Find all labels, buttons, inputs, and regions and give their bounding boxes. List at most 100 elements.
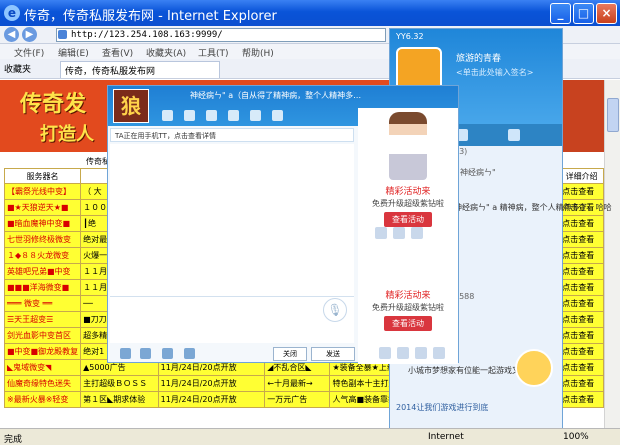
status-text: 完成	[4, 435, 23, 445]
tab-active[interactable]: 传奇，传奇私服发布网	[60, 61, 220, 78]
header-cell: 详细介绍	[559, 168, 604, 184]
menu-view[interactable]: 查看(V)	[102, 46, 133, 59]
table-cell[interactable]: ☰天王超变☰	[3, 311, 82, 328]
ad-view-button[interactable]: 查看活动	[384, 316, 432, 331]
detail-link[interactable]: 点击查看	[559, 263, 604, 280]
table-cell[interactable]: ■★天狼逆天★■	[3, 199, 82, 216]
qq-contact-name[interactable]: 神经病ㄣ"	[460, 167, 496, 178]
table-cell[interactable]: 剑光血影中变首区	[3, 327, 82, 344]
status-zone: Internet	[428, 432, 464, 442]
mic-icon[interactable]: 🎙	[323, 298, 347, 322]
detail-link[interactable]: 点击查看	[559, 375, 604, 392]
banner-decoration	[560, 80, 604, 152]
address-input[interactable]: http://123.254.108.163:9999/	[56, 28, 386, 42]
chat-avatar[interactable]: 狼	[113, 89, 149, 123]
detail-link[interactable]: 点击查看	[559, 231, 604, 248]
table-cell[interactable]: ※最新火暴※轻变	[3, 391, 82, 408]
ad-subtitle: 免费升级超级紫钻啦	[372, 303, 444, 312]
detail-link[interactable]: 点击查看	[559, 279, 604, 296]
detail-link[interactable]: 点击查看	[559, 183, 604, 200]
table-cell[interactable]: １◆８８火龙微变	[3, 247, 82, 264]
mail-icon[interactable]	[411, 227, 423, 239]
ad-subtitle: 免费升级超级紫钻啦	[372, 199, 444, 208]
shirt-icon[interactable]	[433, 347, 445, 359]
header-cell: 服务器名	[3, 168, 82, 184]
table-cell[interactable]: ■中变■御龙殿教复	[3, 343, 82, 360]
ad-view-button[interactable]: 查看活动	[384, 212, 432, 227]
page-icon	[58, 30, 67, 39]
remote-icon[interactable]	[228, 110, 239, 121]
mail-icon[interactable]	[415, 347, 427, 359]
chat-close-button[interactable]: 关闭	[273, 347, 307, 361]
detail-link[interactable]: 点击查看	[559, 311, 604, 328]
emoji-icon[interactable]	[120, 348, 131, 359]
zoom-level[interactable]: 100%	[563, 432, 589, 442]
app-icon[interactable]	[250, 110, 261, 121]
table-cell[interactable]: 仙魔奇缘特色迷失	[3, 375, 82, 392]
favorites-button[interactable]: 收藏夹	[4, 62, 31, 75]
ad-title: 精彩活动来	[385, 187, 431, 197]
call-icon[interactable]	[184, 110, 195, 121]
menu-file[interactable]: 文件(F)	[14, 46, 44, 59]
table-cell[interactable]: ◣鬼域微变◥	[3, 359, 82, 376]
menu-tools[interactable]: 工具(T)	[198, 46, 229, 59]
qq-bubble-icon[interactable]	[515, 349, 553, 387]
qq-contact-mood: 神经病ㄣ" a 精神病，整个人精神多了，哈哈	[454, 203, 612, 212]
qq-nickname: 旅游的青春	[456, 54, 502, 64]
menu-help[interactable]: 帮助(H)	[242, 46, 274, 59]
image-icon[interactable]	[162, 348, 173, 359]
history-icon[interactable]	[184, 348, 195, 359]
vertical-scrollbar[interactable]	[604, 80, 620, 428]
chat-bottom-bar: 关闭 发送	[108, 345, 358, 363]
table-cell[interactable]: ■■■洋海微变■	[3, 279, 82, 296]
video-icon[interactable]	[162, 110, 173, 121]
qq-invite-text[interactable]: 小城市梦想家有位能一起游戏又省	[408, 365, 528, 376]
maximize-button[interactable]: □	[573, 3, 594, 24]
ad-icons	[376, 346, 452, 360]
detail-link[interactable]: 点击查看	[559, 359, 604, 376]
qq-version: YY6.32	[396, 32, 424, 41]
site-slogan: 打造人	[40, 124, 94, 145]
close-window-button[interactable]: ×	[596, 3, 617, 24]
table-cell[interactable]: 英雄吧兄弟■中变	[3, 263, 82, 280]
detail-link[interactable]: 点击查看	[559, 295, 604, 312]
gift-icon[interactable]	[397, 347, 409, 359]
detail-link[interactable]: 点击查看	[559, 391, 604, 408]
chat-contact-name: 神经病ㄣ" a（自从得了精神病，整个人精神多…	[190, 91, 362, 100]
ad-column: 精彩活动来 免费升级超级紫钻啦 查看活动 精彩活动来 免费升级超级紫钻啦 查看活…	[358, 108, 458, 364]
menu-favorites[interactable]: 收藏夹(A)	[146, 46, 186, 59]
scroll-thumb[interactable]	[607, 98, 619, 132]
chat-input[interactable]	[110, 296, 354, 343]
pen-icon[interactable]	[379, 347, 391, 359]
table-cell: 第１区◣期求体验	[80, 391, 159, 408]
table-cell[interactable]: ═══ 微变 ══	[3, 295, 82, 312]
table-cell[interactable]: ■暗血魔神中变■	[3, 215, 82, 232]
detail-link[interactable]: 点击查看	[559, 247, 604, 264]
qq-bottom-text[interactable]: 2014让我们游戏进行到底	[396, 402, 488, 413]
menu-edit[interactable]: 编辑(E)	[58, 46, 89, 59]
chat-send-button[interactable]: 发送	[311, 347, 355, 361]
table-cell: ←十月最新→	[264, 375, 331, 392]
qq-signature[interactable]: <单击此处输入签名>	[456, 67, 533, 78]
table-cell: 主打超级ＢＯＳＳ	[80, 375, 159, 392]
file-icon[interactable]	[206, 110, 217, 121]
table-cell[interactable]: 【霸祭光线中变】	[3, 183, 82, 200]
gift-icon[interactable]	[393, 227, 405, 239]
ad-title: 精彩活动来	[385, 291, 431, 301]
chat-notice[interactable]: TA正在用手机TT，点击查看详情	[110, 128, 354, 142]
table-cell: 11月/24日/20点开放	[157, 375, 266, 392]
chat-window: 狼 神经病ㄣ" a（自从得了精神病，整个人精神多… TA正在用手机TT，点击查看…	[107, 85, 459, 364]
apps-icon[interactable]	[508, 129, 520, 141]
back-icon[interactable]: ◀	[4, 27, 19, 42]
pen-icon[interactable]	[375, 227, 387, 239]
title-bar: e 传奇，传奇私服发布网 - Internet Explorer _ □ ×	[0, 0, 620, 26]
detail-link[interactable]: 点击查看	[559, 343, 604, 360]
minimize-button[interactable]: _	[550, 3, 571, 24]
table-cell[interactable]: 七世羽修终极微变	[3, 231, 82, 248]
screenshot-icon[interactable]	[140, 348, 151, 359]
detail-link[interactable]: 点击查看	[559, 215, 604, 232]
group-icon[interactable]	[272, 110, 283, 121]
detail-link[interactable]: 点击查看	[559, 327, 604, 344]
forward-icon[interactable]: ▶	[22, 27, 37, 42]
site-logo: 传奇发	[20, 91, 87, 117]
